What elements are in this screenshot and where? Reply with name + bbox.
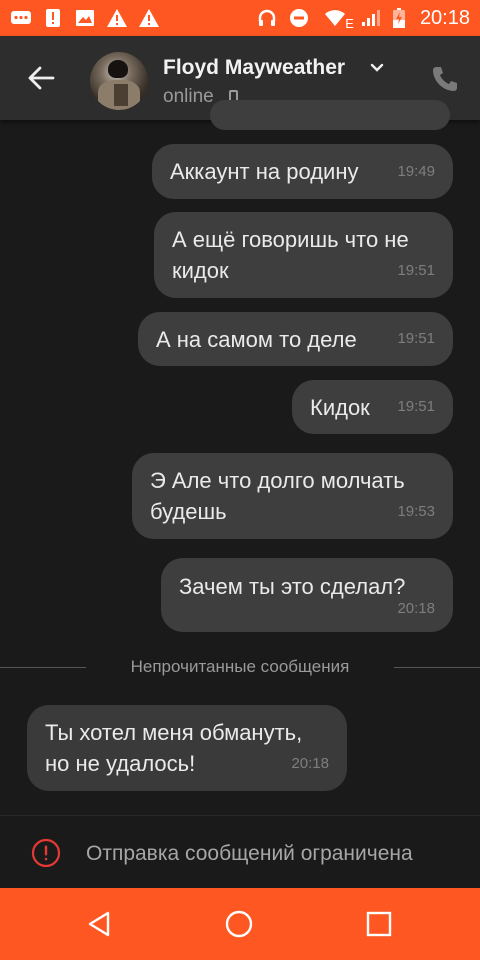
warning-icon (106, 9, 128, 27)
status-bar: E 20:18 (0, 0, 480, 36)
message-text: но не удалось! (45, 751, 196, 776)
system-navigation-bar (0, 888, 480, 960)
warning-icon (138, 9, 160, 27)
back-button[interactable] (26, 63, 56, 93)
do-not-disturb-icon (288, 9, 310, 27)
chat-icon (10, 9, 32, 27)
message-time: 19:51 (397, 330, 435, 347)
chevron-down-icon[interactable] (370, 63, 384, 73)
circle-home-icon (225, 910, 253, 938)
unread-messages-divider: Непрочитанные сообщения (130, 657, 350, 676)
avatar[interactable] (90, 52, 148, 110)
nav-recents-button[interactable] (363, 908, 395, 940)
headphones-icon (256, 9, 278, 27)
message-bubble[interactable]: А на самом то деле 19:51 (138, 312, 453, 366)
message-text: кидок (172, 258, 229, 283)
message-time: 19:51 (397, 262, 435, 279)
signal-icon (360, 9, 382, 27)
wifi-icon: E (320, 9, 354, 31)
message-time: 19:49 (397, 163, 435, 180)
call-button[interactable] (430, 64, 460, 94)
status-bar-notifications (10, 9, 160, 27)
message-text: Ты хотел меня обмануть, (45, 720, 303, 745)
message-text: будешь (150, 499, 227, 524)
message-time: 19:51 (397, 398, 435, 415)
network-type-label: E (345, 16, 354, 31)
message-time: 19:53 (397, 503, 435, 520)
message-text: Э Але что долго молчать (150, 468, 405, 493)
message-time: 20:18 (397, 600, 435, 617)
message-bubble[interactable]: Аккаунт на родину 19:49 (152, 144, 453, 199)
message-bubble[interactable]: А ещё говоришь что не кидок 19:51 (154, 212, 453, 298)
alert-icon (42, 9, 64, 27)
arrow-left-icon (28, 66, 55, 90)
message-time: 20:18 (291, 755, 329, 772)
contact-status: online (163, 86, 214, 107)
message-bubble[interactable]: Э Але что долго молчать будешь 19:53 (132, 453, 453, 539)
square-recents-icon (366, 911, 392, 937)
image-icon (74, 9, 96, 27)
clock: 20:18 (419, 6, 470, 29)
phone-icon (433, 67, 457, 91)
battery-charging-icon (392, 8, 406, 28)
incoming-message-bubble[interactable]: Ты хотел меня обмануть, но не удалось! 2… (27, 705, 347, 791)
message-bubble[interactable]: Зачем ты это сделал? 20:18 (161, 558, 453, 632)
contact-name[interactable]: Floyd Mayweather (163, 56, 345, 80)
restriction-text: Отправка сообщений ограничена (86, 842, 413, 865)
message-text: А ещё говоришь что не (172, 227, 409, 252)
messaging-restricted-bar: Отправка сообщений ограничена (0, 815, 480, 889)
triangle-back-icon (88, 911, 110, 937)
message-bubble[interactable]: Кидок 19:51 (292, 380, 453, 434)
status-bar-system: E 20:18 (256, 6, 470, 31)
message-bubble-partial (210, 100, 450, 130)
nav-back-button[interactable] (84, 908, 116, 940)
error-icon (31, 838, 61, 868)
message-text: А на самом то деле (156, 327, 357, 352)
message-text: Аккаунт на родину (170, 159, 359, 184)
nav-home-button[interactable] (223, 908, 255, 940)
